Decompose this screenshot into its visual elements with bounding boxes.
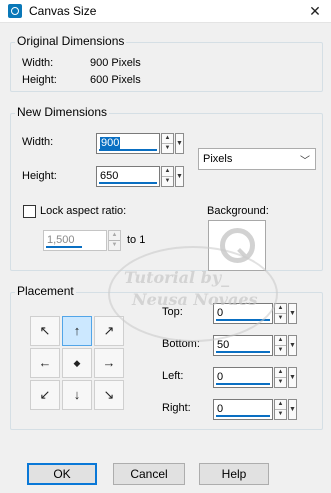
spin-up-icon[interactable]: ▲ bbox=[275, 304, 286, 314]
left-label: Left: bbox=[162, 370, 184, 382]
right-label: Right: bbox=[162, 402, 191, 414]
placement-center-button[interactable]: ◆ bbox=[62, 348, 92, 378]
left-dropdown-button[interactable]: ▼ bbox=[288, 367, 297, 388]
placement-label: Placement bbox=[15, 284, 76, 298]
original-height-value: 600 Pixels bbox=[90, 74, 141, 86]
chevron-down-icon: ﹀ bbox=[300, 156, 310, 167]
ratio-suffix-label: to 1 bbox=[127, 234, 146, 246]
help-button[interactable]: Help bbox=[199, 463, 269, 485]
left-slider-line bbox=[216, 383, 270, 385]
spin-down-icon[interactable]: ▼ bbox=[275, 378, 286, 387]
app-icon bbox=[8, 4, 22, 18]
spin-up-icon[interactable]: ▲ bbox=[275, 336, 286, 346]
height-input[interactable]: 650 bbox=[96, 166, 160, 187]
lock-aspect-ratio-checkbox[interactable] bbox=[23, 205, 36, 218]
ratio-slider-line bbox=[46, 246, 82, 248]
spin-up-icon[interactable]: ▲ bbox=[109, 231, 120, 241]
width-dropdown-button[interactable]: ▼ bbox=[175, 133, 184, 154]
width-spin-buttons[interactable]: ▲ ▼ bbox=[161, 133, 174, 154]
spin-down-icon[interactable]: ▼ bbox=[162, 177, 173, 186]
height-spin-buttons[interactable]: ▲ ▼ bbox=[161, 166, 174, 187]
bottom-slider-line bbox=[216, 351, 270, 353]
left-input[interactable]: 0 bbox=[213, 367, 273, 388]
background-label: Background: bbox=[207, 205, 269, 217]
placement-middle-right-button[interactable]: → bbox=[94, 348, 124, 378]
window-title: Canvas Size bbox=[29, 4, 97, 18]
placement-bottom-center-button[interactable]: ↓ bbox=[62, 380, 92, 410]
right-dropdown-button[interactable]: ▼ bbox=[288, 399, 297, 420]
units-select[interactable]: Pixels ﹀ bbox=[198, 148, 316, 170]
spin-up-icon[interactable]: ▲ bbox=[275, 400, 286, 410]
spin-up-icon[interactable]: ▲ bbox=[162, 134, 173, 144]
placement-middle-left-button[interactable]: ← bbox=[30, 348, 60, 378]
original-dimensions-group bbox=[10, 42, 323, 92]
close-icon[interactable]: ✕ bbox=[306, 2, 324, 20]
top-dropdown-button[interactable]: ▼ bbox=[288, 303, 297, 324]
new-dimensions-label: New Dimensions bbox=[15, 105, 110, 119]
left-spin-buttons[interactable]: ▲ ▼ bbox=[274, 367, 287, 388]
height-dropdown-button[interactable]: ▼ bbox=[175, 166, 184, 187]
spin-down-icon[interactable]: ▼ bbox=[275, 314, 286, 323]
placement-top-center-button[interactable]: ↑ bbox=[62, 316, 92, 346]
aspect-ratio-input[interactable]: 1,500 bbox=[43, 230, 107, 251]
bottom-spin-buttons[interactable]: ▲ ▼ bbox=[274, 335, 287, 356]
right-spin-buttons[interactable]: ▲ ▼ bbox=[274, 399, 287, 420]
ratio-spin-buttons[interactable]: ▲ ▼ bbox=[108, 230, 121, 251]
spin-down-icon[interactable]: ▼ bbox=[275, 346, 286, 355]
lock-aspect-ratio-label: Lock aspect ratio: bbox=[40, 205, 127, 217]
bottom-dropdown-button[interactable]: ▼ bbox=[288, 335, 297, 356]
right-input[interactable]: 0 bbox=[213, 399, 273, 420]
spin-up-icon[interactable]: ▲ bbox=[162, 167, 173, 177]
spin-down-icon[interactable]: ▼ bbox=[109, 241, 120, 250]
original-height-label: Height: bbox=[22, 74, 57, 86]
placement-bottom-right-button[interactable]: ↘ bbox=[94, 380, 124, 410]
height-slider-line bbox=[99, 182, 157, 184]
original-width-value: 900 Pixels bbox=[90, 57, 141, 69]
title-bar: Canvas Size ✕ bbox=[0, 0, 331, 23]
new-width-label: Width: bbox=[22, 136, 54, 148]
cancel-button[interactable]: Cancel bbox=[113, 463, 185, 485]
watermark-line-2: Neusa Novaes bbox=[132, 290, 258, 309]
placement-top-left-button[interactable]: ↖ bbox=[30, 316, 60, 346]
original-dimensions-label: Original Dimensions bbox=[15, 34, 127, 48]
right-slider-line bbox=[216, 415, 270, 417]
width-slider-line bbox=[99, 149, 157, 151]
top-spin-buttons[interactable]: ▲ ▼ bbox=[274, 303, 287, 324]
spin-up-icon[interactable]: ▲ bbox=[275, 368, 286, 378]
width-input[interactable]: 900 bbox=[96, 133, 160, 154]
spin-down-icon[interactable]: ▼ bbox=[275, 410, 286, 419]
original-width-label: Width: bbox=[22, 57, 54, 69]
ok-button[interactable]: OK bbox=[27, 463, 97, 485]
placement-top-right-button[interactable]: ↗ bbox=[94, 316, 124, 346]
spin-down-icon[interactable]: ▼ bbox=[162, 144, 173, 153]
new-height-label: Height: bbox=[22, 170, 57, 182]
placement-bottom-left-button[interactable]: ↙ bbox=[30, 380, 60, 410]
watermark-line-1: Tutorial by_ bbox=[124, 268, 230, 287]
